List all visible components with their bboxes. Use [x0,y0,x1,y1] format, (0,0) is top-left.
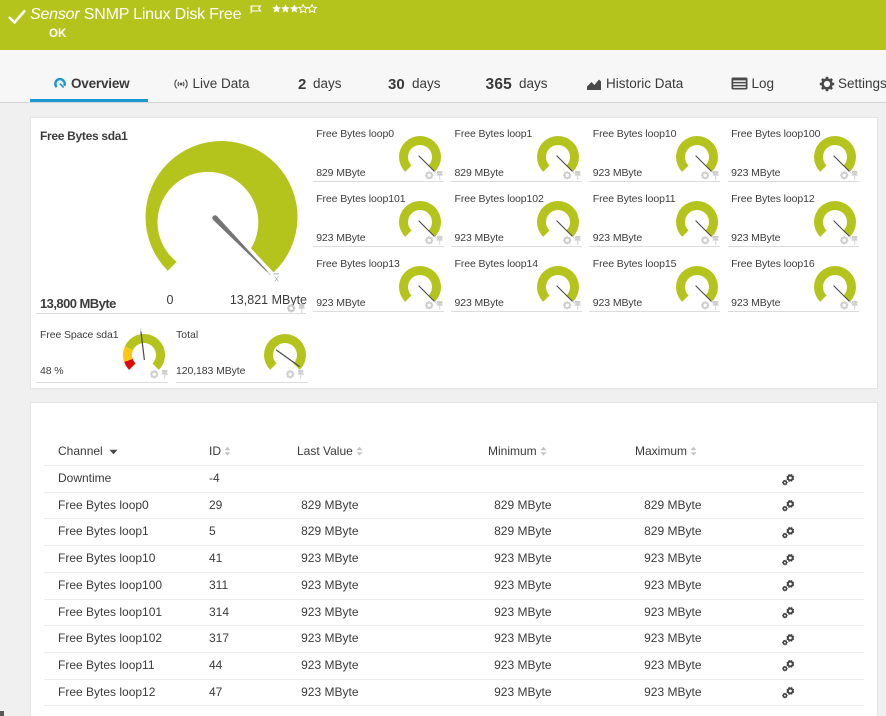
svg-text:x: x [274,274,279,285]
